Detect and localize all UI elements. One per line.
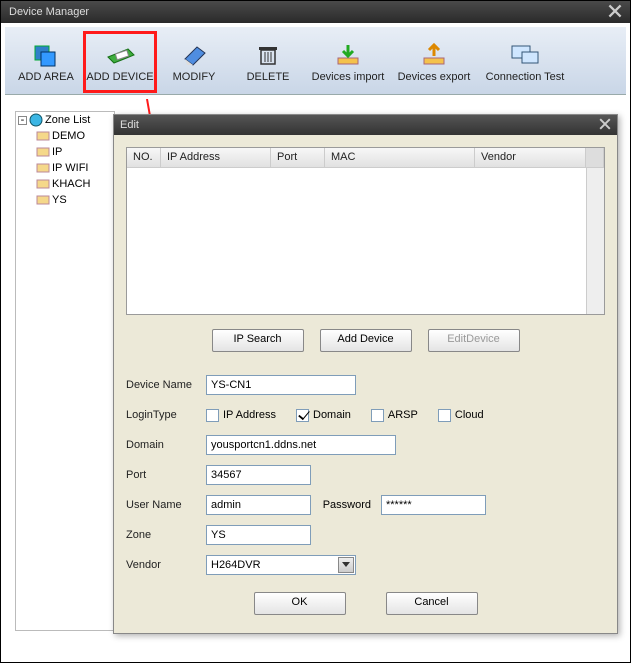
arsp-checkbox[interactable]: [371, 409, 384, 422]
edit-body: NO. IP Address Port MAC Vendor IP Search…: [114, 135, 617, 627]
zone-label: Zone: [126, 529, 206, 541]
col-mac[interactable]: MAC: [325, 148, 475, 167]
folder-icon: [36, 161, 50, 175]
monitor-icon: [509, 41, 541, 69]
tree-item-label: IP WIFI: [52, 162, 88, 174]
scrollbar-head: [586, 148, 604, 167]
vendor-select[interactable]: [206, 555, 356, 575]
password-input[interactable]: [381, 495, 486, 515]
eraser-icon: [178, 41, 210, 69]
col-ip[interactable]: IP Address: [161, 148, 271, 167]
folder-icon: [36, 177, 50, 191]
ip-address-opt: IP Address: [223, 409, 276, 421]
domain-opt: Domain: [313, 409, 351, 421]
tree-item[interactable]: IP WIFI: [16, 160, 114, 176]
close-icon[interactable]: [599, 118, 611, 133]
cloud-opt: Cloud: [455, 409, 484, 421]
add-area-label: ADD AREA: [18, 71, 74, 83]
connection-test-button[interactable]: Connection Test: [477, 31, 573, 93]
tree-item-label: DEMO: [52, 130, 85, 142]
delete-label: DELETE: [247, 71, 290, 83]
add-area-icon: [30, 41, 62, 69]
devices-import-label: Devices import: [312, 71, 385, 83]
tree-item-label: IP: [52, 146, 62, 158]
list-body[interactable]: [127, 168, 586, 315]
tree-item-label: YS: [52, 194, 67, 206]
delete-button[interactable]: DELETE: [231, 31, 305, 93]
zone-input[interactable]: [206, 525, 311, 545]
password-label: Password: [311, 499, 381, 511]
ip-search-button[interactable]: IP Search: [212, 329, 304, 352]
device-list[interactable]: NO. IP Address Port MAC Vendor: [126, 147, 605, 315]
user-name-label: User Name: [126, 499, 206, 511]
edit-titlebar: Edit: [114, 115, 617, 135]
port-input[interactable]: [206, 465, 311, 485]
devices-import-button[interactable]: Devices import: [305, 31, 391, 93]
domain-label: Domain: [126, 439, 206, 451]
dialog-buttons: OK Cancel: [126, 592, 605, 615]
chevron-down-icon[interactable]: [338, 557, 354, 573]
device-name-input[interactable]: [206, 375, 356, 395]
folder-icon: [36, 145, 50, 159]
domain-checkbox[interactable]: [296, 409, 309, 422]
cloud-checkbox[interactable]: [438, 409, 451, 422]
cancel-button[interactable]: Cancel: [386, 592, 478, 615]
login-type-label: LoginType: [126, 409, 206, 421]
user-name-input[interactable]: [206, 495, 311, 515]
zone-tree[interactable]: - Zone List DEMO IP IP WIFI KHACH YS: [15, 111, 115, 631]
folder-icon: [36, 193, 50, 207]
vendor-label: Vendor: [126, 559, 206, 571]
col-port[interactable]: Port: [271, 148, 325, 167]
devices-export-button[interactable]: Devices export: [391, 31, 477, 93]
edit-title-text: Edit: [120, 119, 139, 131]
tree-item-label: KHACH: [52, 178, 91, 190]
ip-address-checkbox[interactable]: [206, 409, 219, 422]
port-label: Port: [126, 469, 206, 481]
vendor-value[interactable]: [206, 555, 356, 575]
tree-root[interactable]: - Zone List: [16, 112, 114, 128]
add-device-button[interactable]: ADD DEVICE: [83, 31, 157, 93]
devices-export-label: Devices export: [398, 71, 471, 83]
close-icon[interactable]: [608, 4, 622, 21]
add-device-icon: [104, 41, 136, 69]
col-vendor[interactable]: Vendor: [475, 148, 586, 167]
tree-item[interactable]: IP: [16, 144, 114, 160]
modify-label: MODIFY: [173, 71, 216, 83]
modify-button[interactable]: MODIFY: [157, 31, 231, 93]
add-area-button[interactable]: ADD AREA: [9, 31, 83, 93]
ok-button[interactable]: OK: [254, 592, 346, 615]
window-title: Device Manager: [9, 6, 89, 18]
connection-test-label: Connection Test: [486, 71, 565, 83]
domain-input[interactable]: [206, 435, 396, 455]
device-manager-window: Device Manager ADD AREA ADD DEVICE MODIF…: [0, 0, 631, 663]
add-device-label: ADD DEVICE: [86, 71, 153, 83]
tree-root-label: Zone List: [45, 114, 90, 126]
add-device-dialog-button[interactable]: Add Device: [320, 329, 412, 352]
folder-icon: [36, 129, 50, 143]
minus-icon: -: [18, 116, 27, 125]
tree-item[interactable]: KHACH: [16, 176, 114, 192]
arsp-opt: ARSP: [388, 409, 418, 421]
edit-device-button: EditDevice: [428, 329, 520, 352]
list-header: NO. IP Address Port MAC Vendor: [127, 148, 604, 168]
tree-item[interactable]: DEMO: [16, 128, 114, 144]
device-name-label: Device Name: [126, 379, 206, 391]
toolbar: ADD AREA ADD DEVICE MODIFY DELETE Device…: [5, 27, 626, 95]
search-buttons: IP Search Add Device EditDevice: [126, 329, 605, 352]
col-no[interactable]: NO.: [127, 148, 161, 167]
edit-dialog: Edit NO. IP Address Port MAC Vendor: [113, 114, 618, 634]
upload-icon: [418, 41, 450, 69]
tree-item[interactable]: YS: [16, 192, 114, 208]
window-titlebar: Device Manager: [1, 1, 630, 23]
scrollbar[interactable]: [586, 168, 604, 315]
download-icon: [332, 41, 364, 69]
trash-icon: [252, 41, 284, 69]
globe-icon: [29, 113, 43, 127]
